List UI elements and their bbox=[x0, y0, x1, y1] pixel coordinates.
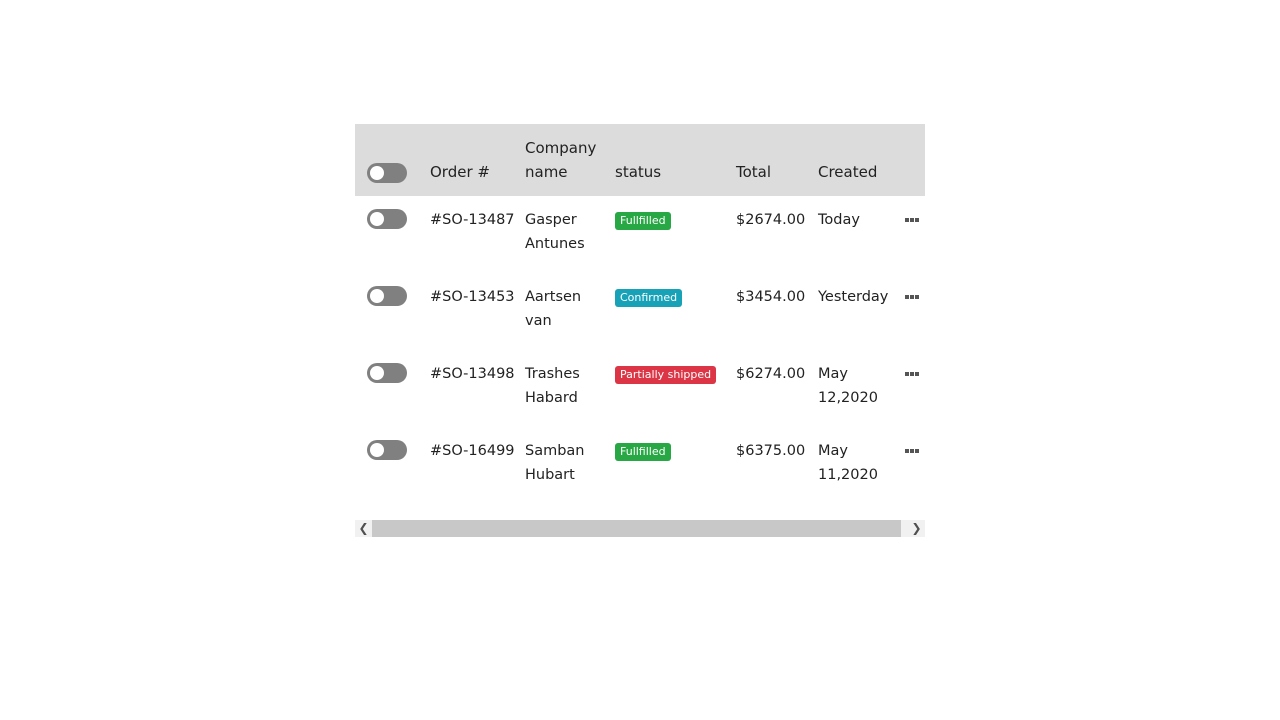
status-badge: Fullfilled bbox=[615, 212, 671, 230]
created-date-line2: 12,2020 bbox=[818, 390, 878, 406]
more-horizontal-icon[interactable] bbox=[905, 294, 919, 300]
created-date-line1: Yesterday bbox=[818, 289, 889, 305]
column-header-status[interactable]: status bbox=[615, 160, 661, 184]
orders-table: Order # Company name status Total Create… bbox=[355, 124, 925, 537]
row-select-toggle[interactable] bbox=[367, 286, 407, 306]
column-header-order[interactable]: Order # bbox=[430, 160, 490, 184]
created-date-line1: May bbox=[818, 443, 848, 459]
row-select-toggle[interactable] bbox=[367, 440, 407, 460]
company-name-line1: Gasper bbox=[525, 212, 577, 228]
order-number: #SO-16499 bbox=[430, 443, 515, 459]
created-date-line1: Today bbox=[818, 212, 860, 228]
row-select-toggle[interactable] bbox=[367, 363, 407, 383]
table-header: Order # Company name status Total Create… bbox=[355, 124, 925, 196]
company-name-line2: Habard bbox=[525, 390, 578, 406]
company-name-line2: Hubart bbox=[525, 467, 575, 483]
horizontal-scrollbar[interactable]: ❮ ❯ bbox=[355, 520, 925, 537]
order-number: #SO-13487 bbox=[430, 212, 515, 228]
company-name-line1: Trashes bbox=[525, 366, 580, 382]
company-name-line2: Antunes bbox=[525, 236, 585, 252]
status-badge: Fullfilled bbox=[615, 443, 671, 461]
order-number: #SO-13498 bbox=[430, 366, 515, 382]
column-header-total[interactable]: Total bbox=[736, 160, 771, 184]
created-date-line2: 11,2020 bbox=[818, 467, 878, 483]
column-header-company-line1[interactable]: Company bbox=[525, 136, 596, 160]
company-name-line2: van bbox=[525, 313, 552, 329]
company-name-line1: Samban bbox=[525, 443, 585, 459]
column-header-company-line2[interactable]: name bbox=[525, 160, 568, 184]
chevron-right-icon[interactable]: ❯ bbox=[908, 520, 925, 537]
more-horizontal-icon[interactable] bbox=[905, 448, 919, 454]
more-horizontal-icon[interactable] bbox=[905, 217, 919, 223]
created-date-line1: May bbox=[818, 366, 848, 382]
select-all-toggle[interactable] bbox=[367, 163, 407, 183]
chevron-left-icon[interactable]: ❮ bbox=[355, 520, 372, 537]
status-badge: Partially shipped bbox=[615, 366, 717, 384]
company-name-line1: Aartsen bbox=[525, 289, 582, 305]
more-horizontal-icon[interactable] bbox=[905, 371, 919, 377]
order-total: $2674.00 bbox=[736, 212, 806, 228]
order-total: $6274.00 bbox=[736, 366, 806, 382]
order-total: $3454.00 bbox=[736, 289, 806, 305]
scrollbar-thumb[interactable] bbox=[372, 520, 901, 537]
order-total: $6375.00 bbox=[736, 443, 806, 459]
status-badge: Confirmed bbox=[615, 289, 683, 307]
column-header-created[interactable]: Created bbox=[818, 160, 877, 184]
row-select-toggle[interactable] bbox=[367, 209, 407, 229]
order-number: #SO-13453 bbox=[430, 289, 515, 305]
